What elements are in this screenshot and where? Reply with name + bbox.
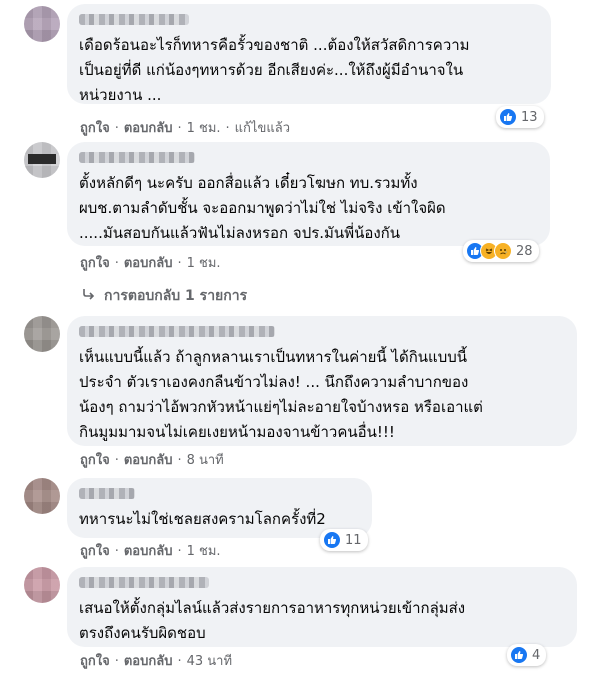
reaction-count: 11 bbox=[345, 532, 362, 548]
commenter-avatar[interactable] bbox=[24, 316, 60, 352]
comment-actions: ถูกใจ · ตอบกลับ · 8 นาที bbox=[80, 453, 224, 468]
comment-timestamp[interactable]: 8 นาที bbox=[187, 453, 224, 468]
view-replies-link[interactable]: การตอบกลับ 1 รายการ bbox=[82, 285, 247, 307]
reaction-summary[interactable]: 13 bbox=[496, 106, 544, 128]
like-icon bbox=[510, 646, 528, 664]
edited-label: แก้ไขแล้ว bbox=[234, 121, 290, 136]
reply-button[interactable]: ตอบกลับ bbox=[124, 121, 173, 136]
comment-timestamp[interactable]: 43 นาที bbox=[187, 654, 232, 669]
comment-bubble: เห็นแบบนี้แล้ว ถ้าลูกหลานเราเป็นทหารในค่… bbox=[67, 316, 577, 446]
like-button[interactable]: ถูกใจ bbox=[80, 121, 110, 136]
like-button[interactable]: ถูกใจ bbox=[80, 654, 110, 669]
reply-button[interactable]: ตอบกลับ bbox=[124, 453, 173, 468]
commenter-name-blurred[interactable] bbox=[79, 326, 275, 337]
comment-text: เสนอให้ตั้งกลุ่มไลน์แล้วส่งรายการอาหารทุ… bbox=[79, 599, 466, 642]
like-button[interactable]: ถูกใจ bbox=[80, 544, 110, 559]
reaction-summary[interactable]: 4 bbox=[507, 644, 547, 666]
reaction-count: 28 bbox=[516, 243, 533, 259]
commenter-name-blurred[interactable] bbox=[79, 14, 189, 25]
like-button[interactable]: ถูกใจ bbox=[80, 256, 110, 271]
like-button[interactable]: ถูกใจ bbox=[80, 453, 110, 468]
comment-timestamp[interactable]: 1 ชม. bbox=[187, 121, 221, 136]
reply-button[interactable]: ตอบกลับ bbox=[124, 256, 173, 271]
reaction-summary[interactable]: 11 bbox=[320, 529, 368, 551]
commenter-avatar[interactable] bbox=[24, 142, 60, 178]
comment-bubble: เสนอให้ตั้งกลุ่มไลน์แล้วส่งรายการอาหารทุ… bbox=[67, 567, 577, 647]
comment-text: ตั้งหลักดีๆ นะครับ ออกสื่อแล้ว เดี๋ยวโฆษ… bbox=[79, 174, 446, 242]
comment-text: เดือดร้อนอะไรก็ทหารคือรั้วของชาติ ...ต้อ… bbox=[79, 36, 470, 104]
reply-button[interactable]: ตอบกลับ bbox=[124, 544, 173, 559]
comment-actions: ถูกใจ · ตอบกลับ · 1 ชม. bbox=[80, 544, 221, 559]
comment-actions: ถูกใจ · ตอบกลับ · 1 ชม. · แก้ไขแล้ว bbox=[80, 121, 290, 136]
view-replies-label: การตอบกลับ 1 รายการ bbox=[104, 288, 248, 304]
comment-bubble: ตั้งหลักดีๆ นะครับ ออกสื่อแล้ว เดี๋ยวโฆษ… bbox=[67, 142, 550, 246]
commenter-avatar[interactable] bbox=[24, 6, 60, 42]
comment-text: เห็นแบบนี้แล้ว ถ้าลูกหลานเราเป็นทหารในค่… bbox=[79, 348, 483, 441]
reply-arrow-icon bbox=[82, 288, 96, 304]
commenter-name-blurred[interactable] bbox=[79, 577, 209, 588]
comment-timestamp[interactable]: 1 ชม. bbox=[187, 544, 221, 559]
comment-bubble: เดือดร้อนอะไรก็ทหารคือรั้วของชาติ ...ต้อ… bbox=[67, 4, 551, 104]
reaction-summary[interactable]: 28 bbox=[463, 240, 539, 262]
comment-actions: ถูกใจ · ตอบกลับ · 1 ชม. bbox=[80, 256, 221, 271]
commenter-avatar[interactable] bbox=[24, 478, 60, 514]
comment-timestamp[interactable]: 1 ชม. bbox=[187, 256, 221, 271]
like-icon bbox=[499, 108, 517, 126]
reaction-count: 4 bbox=[532, 647, 541, 663]
reply-button[interactable]: ตอบกลับ bbox=[124, 654, 173, 669]
comment-text: ทหารนะไม่ใช่เชลยสงครามโลกครั้งที่2 bbox=[79, 510, 326, 528]
like-icon bbox=[323, 531, 341, 549]
comment-actions: ถูกใจ · ตอบกลับ · 43 นาที bbox=[80, 654, 233, 669]
commenter-name-blurred[interactable] bbox=[79, 152, 195, 163]
commenter-avatar[interactable] bbox=[24, 567, 60, 603]
commenter-name-blurred[interactable] bbox=[79, 488, 135, 499]
sad-icon bbox=[494, 242, 512, 260]
reaction-count: 13 bbox=[521, 109, 538, 125]
